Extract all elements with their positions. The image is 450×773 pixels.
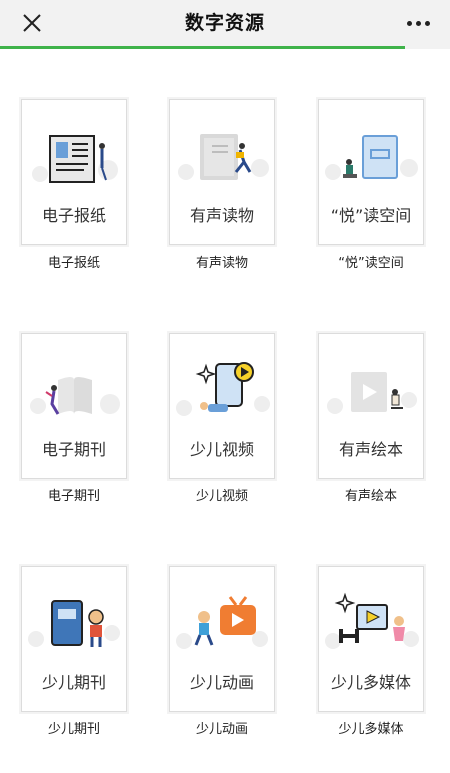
kids-video-icon: [176, 362, 270, 416]
resource-card-audio-picturebook[interactable]: 有声绘本: [318, 333, 424, 479]
newspaper-icon: [32, 135, 118, 183]
card-label: 有声读物: [189, 206, 254, 225]
resource-card-reading-space[interactable]: “悦”读空间: [318, 99, 424, 245]
resource-card-e-newspaper[interactable]: 电子报纸: [21, 99, 127, 245]
more-dot-icon: [406, 20, 412, 26]
page-title: 数字资源: [184, 12, 265, 34]
card-label: “悦”读空间: [330, 206, 412, 225]
reading-space-icon: [325, 135, 418, 180]
caption-audiobook[interactable]: 有声读物: [162, 252, 282, 271]
caption-kids-video[interactable]: 少儿视频: [162, 485, 282, 504]
card-label: 有声绘本: [338, 440, 403, 459]
more-options-button[interactable]: [402, 12, 434, 34]
kids-animation-icon: [176, 596, 268, 649]
card-label: 少儿期刊: [41, 673, 106, 692]
caption-e-newspaper[interactable]: 电子报纸: [14, 252, 134, 271]
more-dot-icon: [424, 20, 430, 26]
close-icon: [23, 14, 41, 32]
caption-kids-animation[interactable]: 少儿动画: [162, 718, 282, 737]
resource-card-kids-multimedia[interactable]: 少儿多媒体: [318, 566, 424, 712]
caption-kids-multimedia[interactable]: 少儿多媒体: [311, 718, 431, 737]
card-label: 电子报纸: [41, 206, 106, 225]
close-button[interactable]: [18, 9, 46, 37]
kids-journal-icon: [28, 600, 120, 647]
ejournal-icon: [30, 377, 120, 415]
card-label: 少儿多媒体: [330, 673, 411, 692]
resource-card-e-journal[interactable]: 电子期刊: [21, 333, 127, 479]
more-dot-icon: [415, 20, 421, 26]
card-label: 少儿动画: [189, 673, 254, 692]
caption-reading-space[interactable]: “悦”读空间: [311, 252, 431, 271]
page-load-progress: [0, 46, 450, 49]
resource-card-kids-animation[interactable]: 少儿动画: [169, 566, 275, 712]
resource-card-kids-video[interactable]: 少儿视频: [169, 333, 275, 479]
caption-audio-picturebook[interactable]: 有声绘本: [311, 485, 431, 504]
caption-kids-journal[interactable]: 少儿期刊: [14, 718, 134, 737]
page-load-progress-fill: [0, 46, 405, 49]
resource-card-audiobook[interactable]: 有声读物: [169, 99, 275, 245]
card-label: 少儿视频: [189, 440, 254, 459]
kids-multimedia-icon: [325, 592, 419, 649]
resource-card-kids-journal[interactable]: 少儿期刊: [21, 566, 127, 712]
caption-e-journal[interactable]: 电子期刊: [14, 485, 134, 504]
audio-picturebook-icon: [327, 372, 417, 414]
card-label: 电子期刊: [41, 440, 106, 459]
top-bar: 数字资源: [0, 0, 450, 46]
audiobook-icon: [178, 134, 269, 180]
